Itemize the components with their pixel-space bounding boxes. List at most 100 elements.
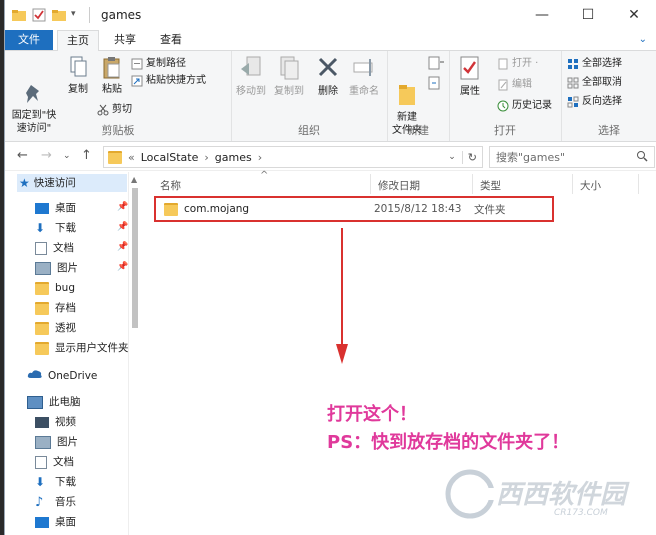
forward-arrow-icon[interactable]: → [41, 148, 52, 163]
document-icon [35, 455, 47, 469]
copy-button[interactable]: 复制 [63, 55, 93, 96]
copy-icon [67, 55, 89, 81]
ribbon: 固定到"快 速访问" 复制 粘贴 复制路径 粘贴快捷方式 剪切 剪贴板 移动到 … [5, 51, 656, 142]
minimize-button[interactable]: — [519, 0, 565, 30]
navigation-pane: ★ 快速访问 桌面 ⬇ 下载 文档 图片 bug 存档 透视 显示用户文件夹 O… [5, 172, 141, 535]
tab-share[interactable]: 共享 [105, 30, 145, 50]
pinned-icon: 📌 [117, 222, 129, 232]
select-none-button[interactable]: 全部取消 [567, 75, 622, 90]
rename-button[interactable]: 重命名 [345, 55, 383, 98]
new-folder-icon [395, 68, 419, 105]
annotation-line-2: PS：快到放存档的文件夹了！ [327, 432, 570, 453]
path-overflow[interactable]: « [128, 151, 135, 164]
new-item-icon[interactable] [427, 55, 445, 71]
sidebar-item-quick-access[interactable]: ★ 快速访问 [19, 173, 76, 193]
copy-to-button[interactable]: 复制到 [271, 55, 307, 98]
column-header-name[interactable]: 名称 [160, 178, 181, 193]
computer-icon [27, 395, 43, 409]
breadcrumb-games[interactable]: games [215, 151, 252, 164]
sidebar-item-onedrive[interactable]: OneDrive [27, 366, 97, 386]
invert-selection-button[interactable]: 反向选择 [567, 94, 622, 109]
breadcrumb-separator: › [204, 150, 209, 164]
history-icon [497, 100, 509, 112]
sidebar-item-pc-pictures[interactable]: 图片 [35, 432, 78, 452]
cut-button[interactable]: 剪切 [97, 102, 132, 117]
sidebar-item-label: 桌面 [55, 516, 76, 528]
back-arrow-icon[interactable]: ← [17, 148, 28, 163]
copy-label: 复制 [68, 84, 88, 95]
open-button[interactable]: 打开 · [497, 56, 538, 71]
properties-button[interactable]: 属性 [455, 55, 485, 98]
breadcrumb-localstate[interactable]: LocalState [141, 151, 199, 164]
sidebar-item-label: 文档 [53, 242, 74, 254]
scroll-up-icon[interactable]: ▲ [131, 175, 137, 184]
desktop-icon [35, 516, 49, 528]
sidebar-item-bug[interactable]: bug [35, 278, 75, 298]
pin-icon [23, 68, 45, 103]
folder-icon [35, 301, 49, 315]
sidebar-item-this-pc[interactable]: 此电脑 [27, 392, 81, 412]
column-header-size[interactable]: 大小 [580, 178, 601, 193]
edit-button[interactable]: 编辑 [497, 77, 532, 92]
sidebar-item-saves[interactable]: 存档 [35, 298, 76, 318]
copy-path-button[interactable]: 复制路径 [131, 56, 186, 71]
folder-icon [108, 150, 122, 164]
breadcrumb-separator-2: › [257, 150, 263, 164]
title-bar: ▾ games — ☐ ✕ [5, 0, 656, 30]
sidebar-item-downloads[interactable]: ⬇ 下载 [35, 218, 76, 238]
sidebar-item-label: bug [55, 282, 75, 294]
clipboard-group: 固定到"快 速访问" 复制 粘贴 复制路径 粘贴快捷方式 剪切 剪贴板 [5, 51, 232, 141]
table-row[interactable]: com.mojang 2015/8/12 18:43 文件夹 [154, 196, 554, 222]
folder-icon [35, 321, 49, 335]
new-folder-quick-icon[interactable] [51, 7, 67, 23]
delete-button[interactable]: 删除 [313, 55, 343, 98]
move-to-button[interactable]: 移动到 [233, 55, 269, 98]
delete-label: 删除 [318, 86, 338, 97]
paste-button[interactable]: 粘贴 [97, 55, 127, 96]
maximize-button[interactable]: ☐ [565, 0, 611, 30]
history-button[interactable]: 历史记录 [497, 98, 552, 113]
copy-path-icon [131, 58, 143, 70]
up-arrow-icon[interactable]: ↑ [81, 148, 92, 163]
select-all-label: 全部选择 [582, 58, 622, 69]
sidebar-item-perspective[interactable]: 透视 [35, 318, 76, 338]
navigation-scrollbar[interactable]: ▲ [128, 172, 141, 535]
sidebar-item-music[interactable]: ♪ 音乐 [35, 492, 76, 512]
sidebar-item-videos[interactable]: 视频 [35, 412, 76, 432]
easy-access-icon[interactable] [427, 75, 445, 91]
sidebar-item-label: 下载 [55, 222, 76, 234]
sort-up-icon: ^ [260, 170, 269, 181]
tab-file[interactable]: 文件 [5, 30, 53, 50]
address-dropdown-icon[interactable]: ⌄ [448, 152, 456, 162]
tab-view[interactable]: 查看 [151, 30, 191, 50]
select-all-button[interactable]: 全部选择 [567, 56, 622, 71]
sidebar-item-pc-desktop[interactable]: 桌面 [35, 512, 76, 532]
scrollbar-thumb[interactable] [132, 188, 138, 328]
refresh-icon[interactable]: ↻ [461, 150, 482, 164]
column-header-type[interactable]: 类型 [480, 178, 501, 193]
file-date: 2015/8/12 18:43 [374, 203, 462, 215]
download-arrow-icon: ⬇ [35, 220, 46, 235]
recent-locations-chevron-icon[interactable]: ⌄ [63, 151, 71, 161]
address-box[interactable]: « LocalState › games › ⌄ ↻ [103, 146, 483, 168]
close-button[interactable]: ✕ [611, 0, 656, 30]
quick-access-dropdown-icon[interactable]: ▾ [71, 9, 87, 25]
tab-home[interactable]: 主页 [57, 30, 99, 51]
paste-shortcut-button[interactable]: 粘贴快捷方式 [131, 73, 206, 88]
annotation-line-1: 打开这个！ [327, 404, 417, 425]
sidebar-item-pc-downloads[interactable]: ⬇ 下载 [35, 472, 76, 492]
folder-icon [35, 341, 49, 355]
search-box[interactable]: 搜索"games" [489, 146, 655, 168]
sidebar-item-desktop[interactable]: 桌面 [35, 198, 76, 218]
sidebar-item-show-user-folder[interactable]: 显示用户文件夹 [35, 338, 129, 358]
sidebar-item-pictures[interactable]: 图片 [35, 258, 78, 278]
column-header-date[interactable]: 修改日期 [378, 178, 420, 193]
expand-ribbon-icon[interactable]: ⌄ [639, 34, 647, 45]
search-input[interactable]: 搜索"games" [496, 149, 565, 165]
pinned-icon: 📌 [117, 242, 129, 252]
scissors-icon [97, 104, 109, 116]
properties-quick-icon[interactable] [31, 7, 47, 23]
sidebar-item-documents[interactable]: 文档 [35, 238, 74, 258]
copy-path-label: 复制路径 [146, 58, 186, 69]
sidebar-item-pc-documents[interactable]: 文档 [35, 452, 74, 472]
